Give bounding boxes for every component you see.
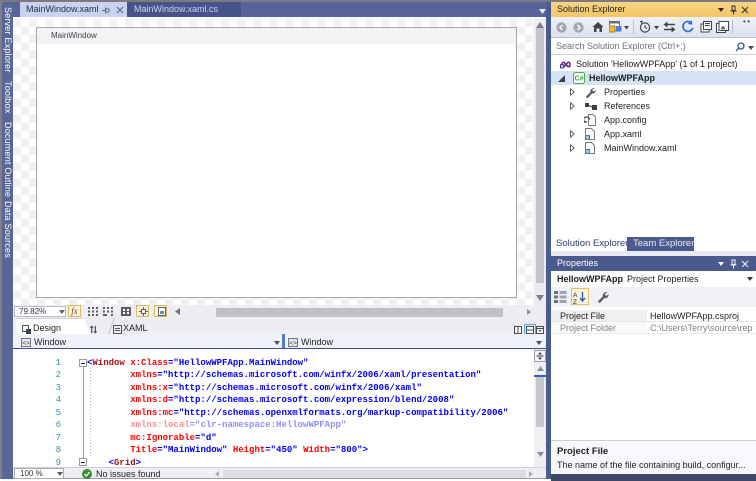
svg-text:Z: Z xyxy=(573,299,577,304)
svg-text:C#: C# xyxy=(575,76,584,83)
svg-text:<>: <> xyxy=(289,340,297,347)
svg-text:<>: <> xyxy=(22,340,30,347)
svg-text:A: A xyxy=(573,292,578,299)
